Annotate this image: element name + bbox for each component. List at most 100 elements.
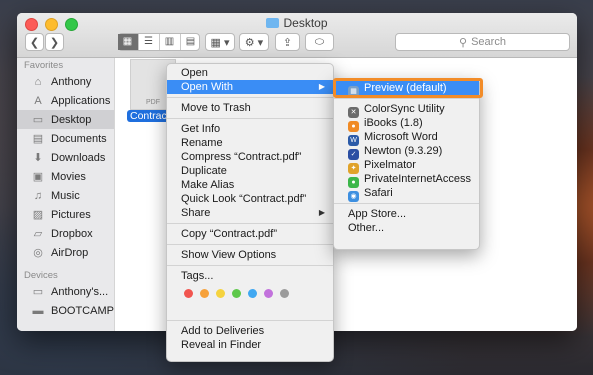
pictures-icon: ▨ xyxy=(32,209,44,221)
menu-item-colorsync[interactable]: ✕ ColorSync Utility xyxy=(334,102,479,118)
sidebar-item-anthony[interactable]: ⌂ Anthony xyxy=(17,72,114,91)
menu-item-label: Pixelmator xyxy=(364,159,416,171)
sidebar-item-anthonys-mac[interactable]: ▭ Anthony's... xyxy=(17,282,114,301)
sidebar-item-label: Movies xyxy=(51,170,86,183)
list-view-icon[interactable]: ☰ xyxy=(139,34,160,50)
sidebar-item-applications[interactable]: A Applications xyxy=(17,91,114,110)
open-with-submenu: ▦ Preview (default) ✕ ColorSync Utility ● i… xyxy=(333,78,480,250)
sidebar-item-label: BOOTCAMP xyxy=(51,304,114,317)
tag-red[interactable] xyxy=(184,289,193,298)
separator xyxy=(334,203,479,204)
menu-item-duplicate[interactable]: Duplicate xyxy=(167,164,333,178)
sidebar-item-pictures[interactable]: ▨ Pictures xyxy=(17,205,114,224)
forward-button[interactable]: ❯ xyxy=(45,33,64,51)
menu-item-share[interactable]: Share ▶ xyxy=(167,206,333,220)
menu-item-reveal-in-finder[interactable]: Reveal in Finder xyxy=(167,338,333,352)
separator xyxy=(167,265,333,266)
menu-item-open-with[interactable]: Open With ▶ xyxy=(167,80,333,94)
submenu-arrow-icon: ▶ xyxy=(318,82,325,91)
forward-icon: ❯ xyxy=(49,36,60,49)
view-switcher[interactable]: ▦ ☰ ▥ ▤ xyxy=(117,33,201,51)
sidebar-item-documents[interactable]: ▤ Documents xyxy=(17,129,114,148)
airdrop-icon: ◎ xyxy=(33,247,43,259)
action-button[interactable]: ⚙ ▾ xyxy=(239,33,269,51)
sidebar-item-music[interactable]: ♫ Music xyxy=(17,186,114,205)
menu-item-open[interactable]: Open xyxy=(167,66,333,80)
group-icon: ▦ ▾ xyxy=(210,36,230,49)
menu-item-show-view-options[interactable]: Show View Options xyxy=(167,248,333,262)
sidebar-item-airdrop[interactable]: ◎ AirDrop xyxy=(17,243,114,262)
sidebar-item-desktop[interactable]: ▭ Desktop xyxy=(17,110,114,129)
tag-button[interactable]: ⬭ xyxy=(305,33,334,51)
disk-icon: ▬ xyxy=(32,304,44,317)
tag-green[interactable] xyxy=(232,289,241,298)
menu-item-pixelmator[interactable]: ✦ Pixelmator xyxy=(334,158,479,174)
menu-item-app-store[interactable]: App Store... xyxy=(334,207,479,221)
column-view-icon[interactable]: ▥ xyxy=(160,34,181,50)
tag-yellow[interactable] xyxy=(216,289,225,298)
menu-item-move-to-trash[interactable]: Move to Trash xyxy=(167,101,333,115)
menu-item-microsoft-word[interactable]: W Microsoft Word xyxy=(334,130,479,146)
tag-blue[interactable] xyxy=(248,289,257,298)
sidebar-item-bootcamp[interactable]: ▬ BOOTCAMP xyxy=(17,301,114,320)
movies-icon: ▣ xyxy=(32,171,44,183)
menu-item-copy[interactable]: Copy “Contract.pdf” xyxy=(167,227,333,241)
gallery-view-icon[interactable]: ▤ xyxy=(181,34,201,50)
gear-icon: ⚙ ▾ xyxy=(244,36,264,49)
tag-gray[interactable] xyxy=(280,289,289,298)
folder-icon xyxy=(266,18,280,28)
menu-item-safari[interactable]: ◉ Safari xyxy=(334,186,479,202)
laptop-icon: ▭ xyxy=(32,286,44,298)
sidebar-item-label: Downloads xyxy=(51,151,106,164)
sidebar-item-label: Dropbox xyxy=(51,227,93,240)
search-placeholder: Search xyxy=(471,36,506,48)
sidebar-item-label: Anthony's... xyxy=(51,285,109,298)
sidebar-item-dropbox[interactable]: ▱ Dropbox xyxy=(17,224,114,243)
separator xyxy=(167,118,333,119)
share-button[interactable]: ⇪ xyxy=(275,33,300,51)
sidebar-item-label: Applications xyxy=(51,94,111,107)
sidebar-item-label: Documents xyxy=(51,132,107,145)
menu-item-ibooks[interactable]: ● iBooks (1.8) xyxy=(334,116,479,132)
menu-item-tags[interactable]: Tags... xyxy=(167,269,333,283)
safari-app-icon: ◉ xyxy=(348,191,359,202)
menu-item-rename[interactable]: Rename xyxy=(167,136,333,150)
menu-item-other[interactable]: Other... xyxy=(334,221,479,235)
group-button[interactable]: ▦ ▾ xyxy=(205,33,235,51)
sidebar-item-label: Pictures xyxy=(51,208,91,221)
icon-view-icon[interactable]: ▦ xyxy=(117,34,139,50)
highlight-outline xyxy=(333,78,483,98)
menu-item-compress[interactable]: Compress “Contract.pdf” xyxy=(167,150,333,164)
menu-item-label: Newton (9.3.29) xyxy=(364,145,443,157)
tag-purple[interactable] xyxy=(264,289,273,298)
tag-color-row xyxy=(167,283,333,304)
menu-item-make-alias[interactable]: Make Alias xyxy=(167,178,333,192)
menu-item-label: PrivateInternetAccess xyxy=(364,173,471,185)
back-button[interactable]: ❮ xyxy=(25,33,44,51)
share-icon: ⇪ xyxy=(282,36,293,49)
menu-item-label: Microsoft Word xyxy=(364,131,438,143)
menu-item-label: Share xyxy=(181,207,211,219)
menu-item-newton[interactable]: ✓ Newton (9.3.29) xyxy=(334,144,479,160)
menu-item-pia[interactable]: ● PrivateInternetAccess xyxy=(334,172,479,188)
documents-icon: ▤ xyxy=(32,133,44,145)
window-title: Desktop xyxy=(17,16,577,30)
tag-orange[interactable] xyxy=(200,289,209,298)
sidebar-item-movies[interactable]: ▣ Movies xyxy=(17,167,114,186)
downloads-icon: ⬇ xyxy=(33,152,43,164)
home-icon: ⌂ xyxy=(34,75,42,88)
menu-item-get-info[interactable]: Get Info xyxy=(167,122,333,136)
menu-item-label: iBooks (1.8) xyxy=(364,117,423,129)
menu-item-quick-look[interactable]: Quick Look “Contract.pdf” xyxy=(167,192,333,206)
menu-item-label: Open With xyxy=(181,81,233,93)
separator xyxy=(334,98,479,99)
search-field[interactable]: ⚲ Search xyxy=(395,33,570,51)
context-menu: Open Open With ▶ Move to Trash Get Info R… xyxy=(166,63,334,362)
submenu-arrow-icon: ▶ xyxy=(318,208,325,217)
separator xyxy=(167,244,333,245)
music-icon: ♫ xyxy=(33,189,43,202)
sidebar-item-label: Music xyxy=(51,189,80,202)
menu-item-add-to-deliveries[interactable]: Add to Deliveries xyxy=(167,324,333,338)
sidebar: Favorites ⌂ Anthony A Applications ▭ Deskto… xyxy=(17,58,115,331)
sidebar-item-downloads[interactable]: ⬇ Downloads xyxy=(17,148,114,167)
